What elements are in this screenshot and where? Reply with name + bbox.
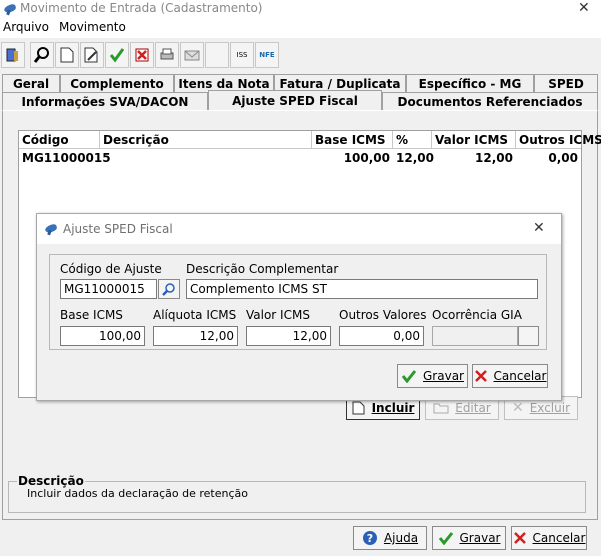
nfe-icon: NFE xyxy=(259,50,275,59)
menu-movimento[interactable]: Movimento xyxy=(59,20,126,34)
menu-bar: Arquivo Movimento xyxy=(0,18,601,38)
cancelar-button[interactable]: Cancelar xyxy=(511,526,587,550)
dialog-gravar-button[interactable]: Gravar xyxy=(397,364,468,388)
blank-button[interactable] xyxy=(205,42,229,68)
col-outros-icms[interactable]: Outros ICMS xyxy=(516,131,601,149)
ocorrencia-gia-lookup-button[interactable] xyxy=(518,326,539,346)
tab-sped[interactable]: SPED xyxy=(534,74,598,92)
codigo-ajuste-input[interactable]: MG11000015 xyxy=(60,279,157,299)
col-codigo[interactable]: Código xyxy=(19,131,100,149)
tab-informacoes-sva-dacon[interactable]: Informações SVA/DACON xyxy=(2,92,208,110)
descricao-complementar-input[interactable]: Complemento ICMS ST xyxy=(186,279,538,299)
tab-ajuste-sped-fiscal[interactable]: Ajuste SPED Fiscal xyxy=(208,90,382,110)
ajuda-button[interactable]: ? Ajuda xyxy=(353,526,427,550)
search-button[interactable] xyxy=(30,42,54,68)
cell-base-icms: 100,00 xyxy=(343,151,390,165)
confirm-check-icon xyxy=(109,48,125,63)
cell-codigo: MG11000015 xyxy=(22,151,111,165)
edit-document-icon xyxy=(84,47,98,63)
close-icon[interactable]: ✕ xyxy=(578,0,590,16)
codigo-label: Código de Ajuste xyxy=(60,262,162,276)
base-icms-input[interactable]: 100,00 xyxy=(60,326,145,346)
cancel-x-icon xyxy=(474,370,487,382)
folder-icon xyxy=(433,403,449,414)
envelope-icon xyxy=(184,50,200,61)
cell-outros-icms: 0,00 xyxy=(548,151,578,165)
ajuste-sped-dialog: Ajuste SPED Fiscal ✕ Código de Ajuste MG… xyxy=(36,213,562,401)
check-icon xyxy=(401,370,417,383)
exit-icon xyxy=(6,48,18,62)
base-icms-label: Base ICMS xyxy=(60,308,123,322)
tab-documentos-referenciados[interactable]: Documentos Referenciados xyxy=(382,92,598,110)
iss-document-icon: ISS xyxy=(236,50,248,59)
tab-geral[interactable]: Geral xyxy=(2,74,60,92)
confirm-button[interactable] xyxy=(105,42,129,68)
aliquota-label: Alíquota ICMS xyxy=(153,308,237,322)
close-icon[interactable]: ✕ xyxy=(533,220,545,236)
search-icon xyxy=(162,283,175,296)
new-button[interactable] xyxy=(55,42,79,68)
envelope-button[interactable] xyxy=(180,42,204,68)
window-title-bar: Movimento de Entrada (Cadastramento) ✕ xyxy=(0,0,601,18)
dialog-cancelar-button[interactable]: Cancelar xyxy=(472,364,548,388)
valor-icms-label: Valor ICMS xyxy=(246,308,310,322)
exit-button[interactable] xyxy=(1,42,25,68)
cell-percent: 12,00 xyxy=(396,151,434,165)
help-icon: ? xyxy=(362,531,377,545)
toolbar: ISS NFE xyxy=(0,42,601,70)
close-icon: ✕ xyxy=(511,400,524,416)
tab-especifico-mg[interactable]: Específico - MG xyxy=(406,74,534,92)
tab-complemento[interactable]: Complemento xyxy=(60,74,174,92)
cell-descricao xyxy=(100,150,312,166)
col-descricao[interactable]: Descrição xyxy=(100,131,312,149)
gravar-button[interactable]: Gravar xyxy=(432,526,506,550)
description-text: Incluir dados da declaração de retenção xyxy=(27,487,248,500)
nfe-button[interactable]: NFE xyxy=(255,42,279,68)
window-title: Movimento de Entrada (Cadastramento) xyxy=(20,1,263,15)
print-button[interactable] xyxy=(155,42,179,68)
description-title: Descrição xyxy=(17,474,85,488)
outros-valores-label: Outros Valores xyxy=(339,308,427,322)
new-document-icon xyxy=(60,47,74,63)
cell-valor-icms: 12,00 xyxy=(475,151,513,165)
search-icon xyxy=(33,47,49,63)
col-valor-icms[interactable]: Valor ICMS xyxy=(432,131,516,149)
col-percent[interactable]: % xyxy=(393,131,432,149)
edit-button[interactable] xyxy=(80,42,104,68)
app-bird-icon xyxy=(44,223,58,235)
ocorrencia-gia-label: Ocorrência GIA xyxy=(432,308,522,322)
delete-button[interactable] xyxy=(130,42,154,68)
iss-button[interactable]: ISS xyxy=(230,42,254,68)
menu-arquivo[interactable]: Arquivo xyxy=(3,20,49,34)
print-icon xyxy=(160,48,174,60)
codigo-search-button[interactable] xyxy=(158,279,180,299)
delete-icon xyxy=(135,48,149,62)
dialog-title: Ajuste SPED Fiscal xyxy=(63,222,173,236)
col-base-icms[interactable]: Base ICMS xyxy=(312,131,393,149)
dialog-title-bar: Ajuste SPED Fiscal ✕ xyxy=(37,214,561,244)
descricao-label: Descrição Complementar xyxy=(186,262,339,276)
app-bird-icon xyxy=(3,3,17,15)
outros-valores-input[interactable]: 0,00 xyxy=(339,326,424,346)
valor-icms-input[interactable]: 12,00 xyxy=(246,326,331,346)
new-document-icon xyxy=(352,401,365,415)
cancel-x-icon xyxy=(513,532,526,544)
svg-text:?: ? xyxy=(367,532,373,545)
check-icon xyxy=(438,532,453,545)
aliquota-icms-input[interactable]: 12,00 xyxy=(153,326,238,346)
ocorrencia-gia-input[interactable] xyxy=(432,326,518,346)
